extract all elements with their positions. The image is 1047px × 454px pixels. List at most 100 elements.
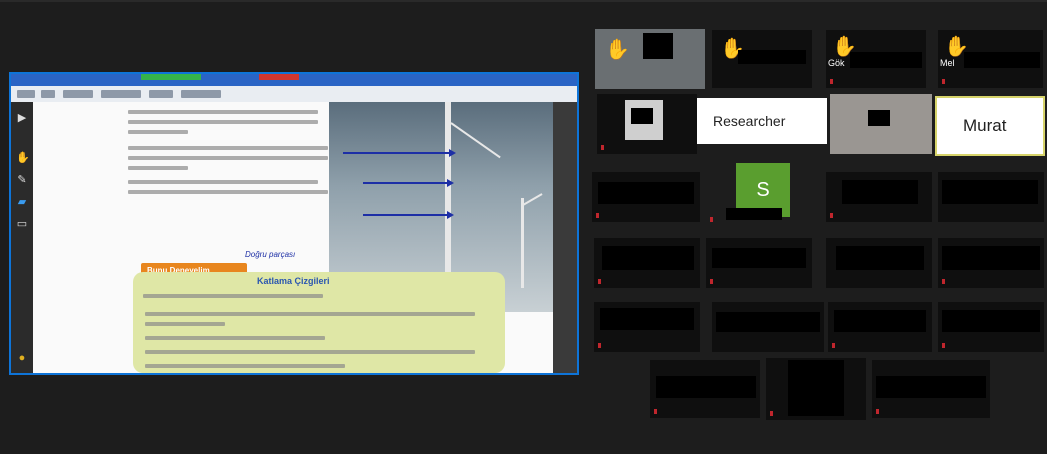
participant-tile[interactable] — [828, 302, 932, 352]
text-line — [143, 294, 323, 298]
text-line — [128, 166, 188, 170]
document-page: Doğru parçası Bunu Deneyelim Katlama Çiz… — [33, 102, 553, 373]
settings-icon[interactable]: ● — [16, 352, 28, 364]
redaction-box — [738, 50, 806, 64]
toolbar-item — [181, 90, 221, 98]
participant-name: Mel — [940, 58, 955, 68]
toolbar-item — [101, 90, 141, 98]
redaction-box — [942, 310, 1040, 332]
participant-tile[interactable] — [594, 238, 700, 288]
muted-mic-icon — [832, 343, 835, 348]
page-scroll-panel[interactable] — [553, 102, 577, 373]
text-line — [128, 130, 188, 134]
redaction-box — [942, 180, 1038, 204]
participant-tile[interactable]: ✋ — [712, 30, 812, 88]
text-line — [128, 120, 318, 124]
text-line — [128, 180, 318, 184]
redaction-box — [788, 360, 844, 416]
muted-mic-icon — [942, 79, 945, 84]
redaction-box — [598, 182, 694, 204]
text-line — [145, 350, 475, 354]
pen-icon[interactable]: ✎ — [16, 174, 28, 186]
text-line — [128, 110, 318, 114]
participant-tile[interactable] — [650, 360, 760, 418]
participant-tile[interactable] — [706, 238, 812, 288]
participant-tile[interactable] — [826, 172, 932, 222]
participant-tile[interactable] — [938, 238, 1044, 288]
redaction-box — [834, 310, 926, 332]
muted-mic-icon — [876, 409, 879, 414]
redaction-box — [631, 108, 653, 124]
muted-mic-icon — [830, 79, 833, 84]
participant-tile-murat[interactable]: Murat — [935, 96, 1045, 156]
highlighter-icon[interactable]: ▰ — [16, 196, 28, 208]
title-indicator-green — [141, 74, 201, 80]
redaction-box — [850, 52, 922, 68]
participant-label-row — [706, 204, 812, 226]
participant-tile[interactable] — [592, 172, 700, 222]
text-line — [128, 146, 328, 150]
redaction-box — [716, 312, 820, 332]
annotation-arrow — [363, 179, 454, 187]
text-line — [145, 322, 225, 326]
muted-mic-icon — [830, 213, 833, 218]
text-line — [145, 312, 475, 316]
redaction-box — [964, 52, 1040, 68]
redaction-box — [942, 246, 1040, 270]
muted-mic-icon — [942, 343, 945, 348]
meeting-window: ▶ ✋ ✎ ▰ ▭ ● Doğru parçası Bunu Deneyelim… — [0, 0, 1047, 454]
shared-window-toolbar — [11, 86, 577, 103]
redaction-box — [600, 308, 694, 330]
toolbar-item — [41, 90, 55, 98]
hand-tool-icon[interactable]: ✋ — [16, 152, 30, 164]
text-line — [145, 336, 325, 340]
muted-mic-icon — [596, 213, 599, 218]
muted-mic-icon — [710, 279, 713, 284]
turbine-tower — [521, 198, 524, 288]
muted-mic-icon — [598, 279, 601, 284]
participant-name: Murat — [963, 116, 1007, 135]
pointer-icon[interactable]: ▶ — [16, 112, 28, 124]
turbine-blade — [450, 122, 501, 159]
eraser-icon[interactable]: ▭ — [16, 218, 28, 230]
participant-tile[interactable] — [938, 302, 1044, 352]
muted-mic-icon — [710, 217, 713, 222]
participant-tile[interactable] — [938, 172, 1044, 222]
participant-tile[interactable] — [872, 360, 990, 418]
handwritten-note: Doğru parçası — [245, 250, 296, 259]
hand-icon: ✋ — [605, 39, 630, 61]
toolbar-item — [17, 90, 35, 98]
shared-window-titlebar — [11, 74, 577, 86]
participant-video-tile[interactable] — [597, 94, 697, 154]
activity-title: Katlama Çizgileri — [257, 276, 330, 286]
muted-mic-icon — [654, 409, 657, 414]
window-top-edge — [0, 0, 1047, 2]
shared-screen-content: ▶ ✋ ✎ ▰ ▭ ● Doğru parçası Bunu Deneyelim… — [11, 74, 577, 373]
participant-name: Researcher — [713, 113, 786, 129]
redaction-box — [868, 110, 890, 126]
participant-tile[interactable] — [712, 302, 824, 352]
toolbar-item — [63, 90, 93, 98]
participant-tile[interactable]: ✋ Mel — [938, 30, 1043, 88]
shared-screen[interactable]: ▶ ✋ ✎ ▰ ▭ ● Doğru parçası Bunu Deneyelim… — [9, 72, 579, 375]
muted-mic-icon — [598, 343, 601, 348]
activity-box: Katlama Çizgileri — [133, 272, 505, 373]
participant-video-tile[interactable] — [830, 94, 932, 154]
text-line — [145, 364, 345, 368]
participant-tile[interactable] — [766, 358, 866, 420]
participant-video-tile[interactable]: ✋ — [595, 29, 705, 89]
redaction-box — [643, 33, 673, 59]
participant-tile[interactable] — [594, 302, 700, 352]
participant-name: Gök — [828, 58, 845, 68]
redaction-box — [842, 180, 918, 204]
participant-tile[interactable] — [826, 238, 932, 288]
muted-mic-icon — [770, 411, 773, 416]
redaction-box — [876, 376, 986, 398]
text-line — [128, 190, 328, 194]
participant-tile[interactable]: ✋ Gök — [826, 30, 926, 88]
annotation-arrow — [343, 149, 456, 157]
muted-mic-icon — [601, 145, 604, 150]
redaction-box — [726, 208, 782, 220]
participant-tile-researcher[interactable]: Researcher — [697, 98, 827, 144]
muted-mic-icon — [942, 279, 945, 284]
